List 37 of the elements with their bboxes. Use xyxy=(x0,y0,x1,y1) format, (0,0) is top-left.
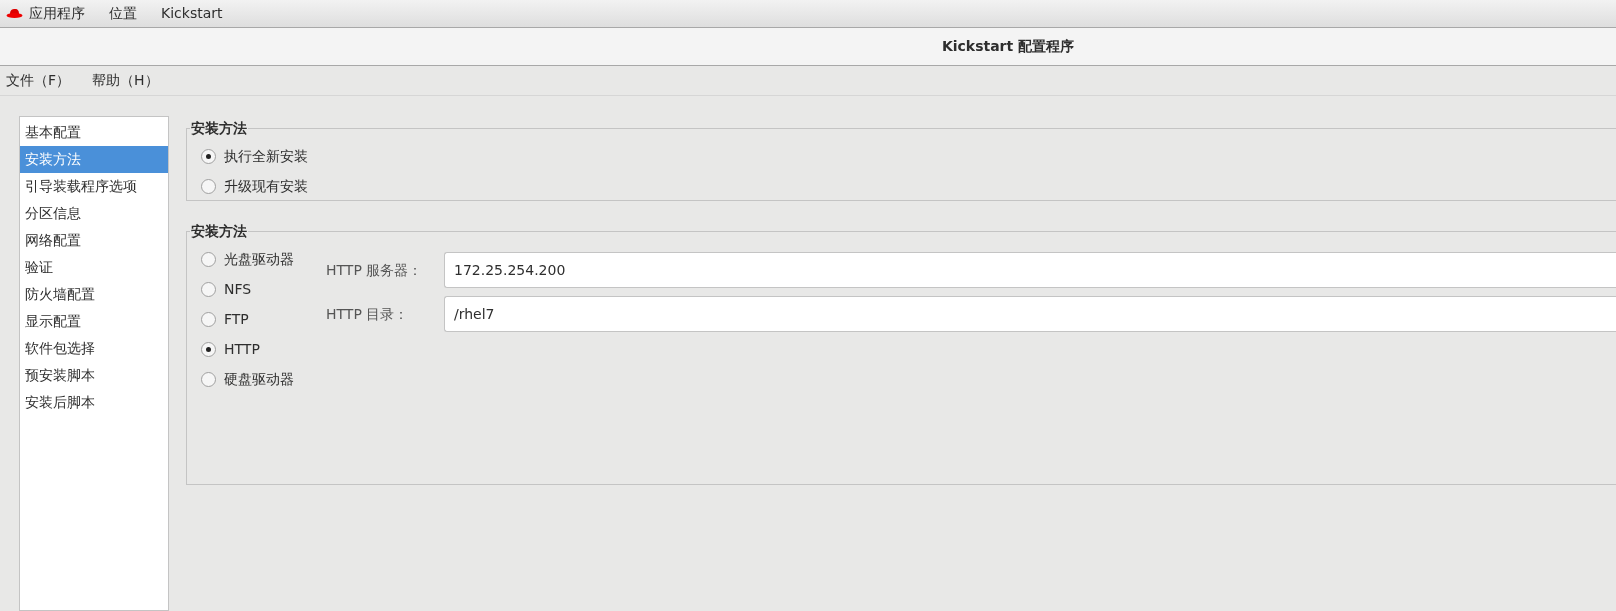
radio-label: 光盘驱动器 xyxy=(224,249,294,269)
radio-label: 硬盘驱动器 xyxy=(224,369,294,389)
sidebar-item[interactable]: 引导装载程序选项 xyxy=(20,173,168,200)
radio-button[interactable] xyxy=(201,311,216,327)
radio-button[interactable] xyxy=(201,281,216,297)
sidebar-item[interactable]: 验证 xyxy=(20,254,168,281)
radio-button[interactable] xyxy=(201,178,216,194)
radio-label: HTTP xyxy=(224,339,260,359)
menu-item[interactable]: 帮助（H） xyxy=(92,70,159,91)
sidebar-item[interactable]: 基本配置 xyxy=(20,119,168,146)
sidebar-item[interactable]: 显示配置 xyxy=(20,308,168,335)
group-title: 安装方法 xyxy=(190,221,248,241)
sidebar-item[interactable]: 安装后脚本 xyxy=(20,389,168,416)
top-menu-item[interactable]: 位置 xyxy=(109,3,137,24)
input-field[interactable]: 172.25.254.200 xyxy=(444,252,1616,288)
radio-button[interactable] xyxy=(201,341,216,357)
radio-button[interactable] xyxy=(201,371,216,387)
top-menu-item[interactable]: 应用程序 xyxy=(29,3,85,24)
top-menu-item[interactable]: Kickstart xyxy=(161,3,223,24)
group-title: 安装方法 xyxy=(190,118,248,138)
input-field[interactable]: /rhel7 xyxy=(444,296,1616,332)
field-label: HTTP 服务器： xyxy=(325,260,424,280)
sidebar-item[interactable]: 网络配置 xyxy=(20,227,168,254)
radio-button[interactable] xyxy=(201,251,216,267)
sidebar-item[interactable]: 分区信息 xyxy=(20,200,168,227)
menu-item[interactable]: 文件（F） xyxy=(6,70,71,91)
hat-icon xyxy=(6,8,23,19)
radio-button[interactable] xyxy=(201,148,216,164)
radio-label: NFS xyxy=(224,279,252,299)
radio-label: 升级现有安装 xyxy=(224,176,308,196)
sidebar-item[interactable]: 预安装脚本 xyxy=(20,362,168,389)
sidebar-item[interactable]: 软件包选择 xyxy=(20,335,168,362)
radio-label: FTP xyxy=(224,309,249,329)
field-label: HTTP 目录： xyxy=(325,304,410,324)
sidebar-item[interactable]: 防火墙配置 xyxy=(20,281,168,308)
radio-label: 执行全新安装 xyxy=(224,146,308,166)
window-title: Kickstart 配置程序 xyxy=(941,37,1075,56)
